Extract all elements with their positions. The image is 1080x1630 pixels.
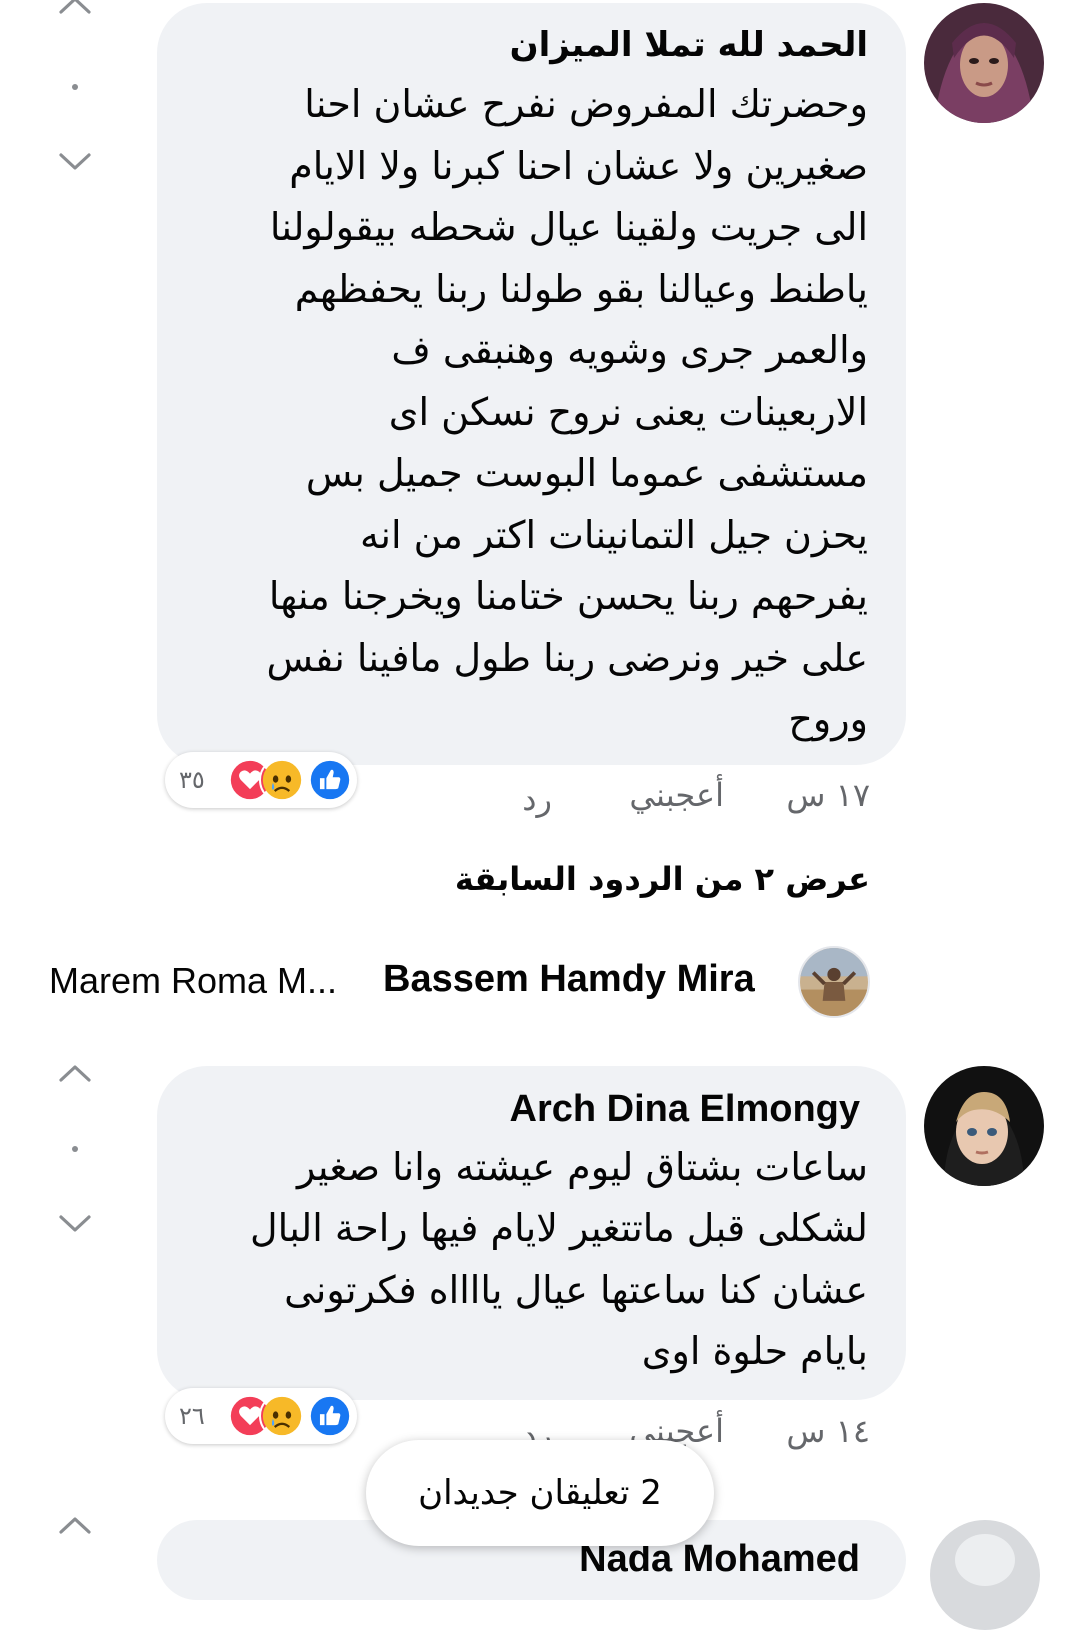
comment-text-line: يفرحهم ربنا يحسن ختامنا ويخرجنا منها <box>268 574 868 618</box>
comment-bubble[interactable]: Arch Dina Elmongy ساعات بشتاق ليوم عيشته… <box>157 1066 906 1400</box>
comment-text-line: بايام حلوة اوى <box>641 1329 868 1373</box>
reply-mention[interactable]: Marem Roma M... <box>49 960 337 1002</box>
chevron-up-icon[interactable] <box>59 1514 91 1536</box>
chevron-down-icon[interactable] <box>59 1212 91 1234</box>
like-reaction-icon <box>307 757 353 803</box>
comment-text-line: والعمر جرى وشويه وهنبقى ف <box>391 328 868 372</box>
separator-dot <box>72 84 78 90</box>
reactions-summary[interactable]: ٣٥ <box>165 752 357 808</box>
like-reaction-icon <box>307 1393 353 1439</box>
comment-author[interactable]: الحمد لله تملا الميزان <box>510 25 868 65</box>
comment-text-line: لشكلى قبل ماتتغير لايام فيها راحة البال <box>250 1206 868 1250</box>
comment-text-line: وحضرتك المفروض نفرح عشان احنا <box>304 82 868 126</box>
sad-reaction-icon <box>259 757 305 803</box>
reactions-summary[interactable]: ٢٦ <box>165 1388 357 1444</box>
comment-text-line: الاربعينات يعنى نروح نسكن اى <box>388 390 868 434</box>
separator-dot <box>72 1146 78 1152</box>
comment-text-line: يحزن جيل التمانينات اكتر من انه <box>360 513 868 557</box>
comment-text-line: على خير ونرضى ربنا طول مافينا نفس <box>266 636 868 680</box>
reply-button[interactable]: رد <box>522 780 552 818</box>
comment-text-line: وروح <box>788 697 868 741</box>
new-comments-button[interactable]: 2 تعليقان جديدان <box>366 1440 714 1546</box>
avatar[interactable] <box>930 1520 1040 1630</box>
like-button[interactable]: أعجبني <box>629 776 724 814</box>
avatar[interactable] <box>924 1066 1044 1186</box>
comment-timestamp: ١٤ س <box>786 1412 870 1450</box>
comment-author[interactable]: Arch Dina Elmongy <box>510 1088 861 1131</box>
avatar[interactable] <box>798 946 870 1018</box>
avatar[interactable] <box>924 3 1044 123</box>
comment-timestamp: ١٧ س <box>786 776 870 814</box>
comment-text-line: ياطنط وعيالنا بقو طولنا ربنا يحفظهم <box>294 267 868 311</box>
reply-author[interactable]: Bassem Hamdy Mira <box>383 958 755 1001</box>
comment-text-line: الى جريت ولقينا عيال شحطه بيقولولنا <box>269 205 868 249</box>
view-previous-replies-link[interactable]: عرض ٢ من الردود السابقة <box>455 860 870 898</box>
reaction-count: ٣٥ <box>179 766 205 794</box>
chevron-down-icon[interactable] <box>59 150 91 172</box>
chevron-up-icon[interactable] <box>59 1062 91 1084</box>
comment-bubble[interactable]: الحمد لله تملا الميزان وحضرتك المفروض نف… <box>157 3 906 765</box>
comment-text-line: ساعات بشتاق ليوم عيشته وانا صغير <box>296 1145 868 1189</box>
comment-text-line: مستشفى عموما البوست جميل بس <box>305 451 868 495</box>
vote-column-1 <box>50 0 100 200</box>
comment-text-line: عشان كنا ساعتها عيال يااااه فكرتونى <box>284 1268 868 1312</box>
chevron-up-icon[interactable] <box>59 0 91 16</box>
sad-reaction-icon <box>259 1393 305 1439</box>
vote-column-3 <box>50 1500 100 1552</box>
reaction-count: ٢٦ <box>179 1402 205 1430</box>
comment-text-line: صغيرين ولا عشان احنا كبرنا ولا الايام <box>289 144 868 188</box>
vote-column-2 <box>50 1060 100 1240</box>
